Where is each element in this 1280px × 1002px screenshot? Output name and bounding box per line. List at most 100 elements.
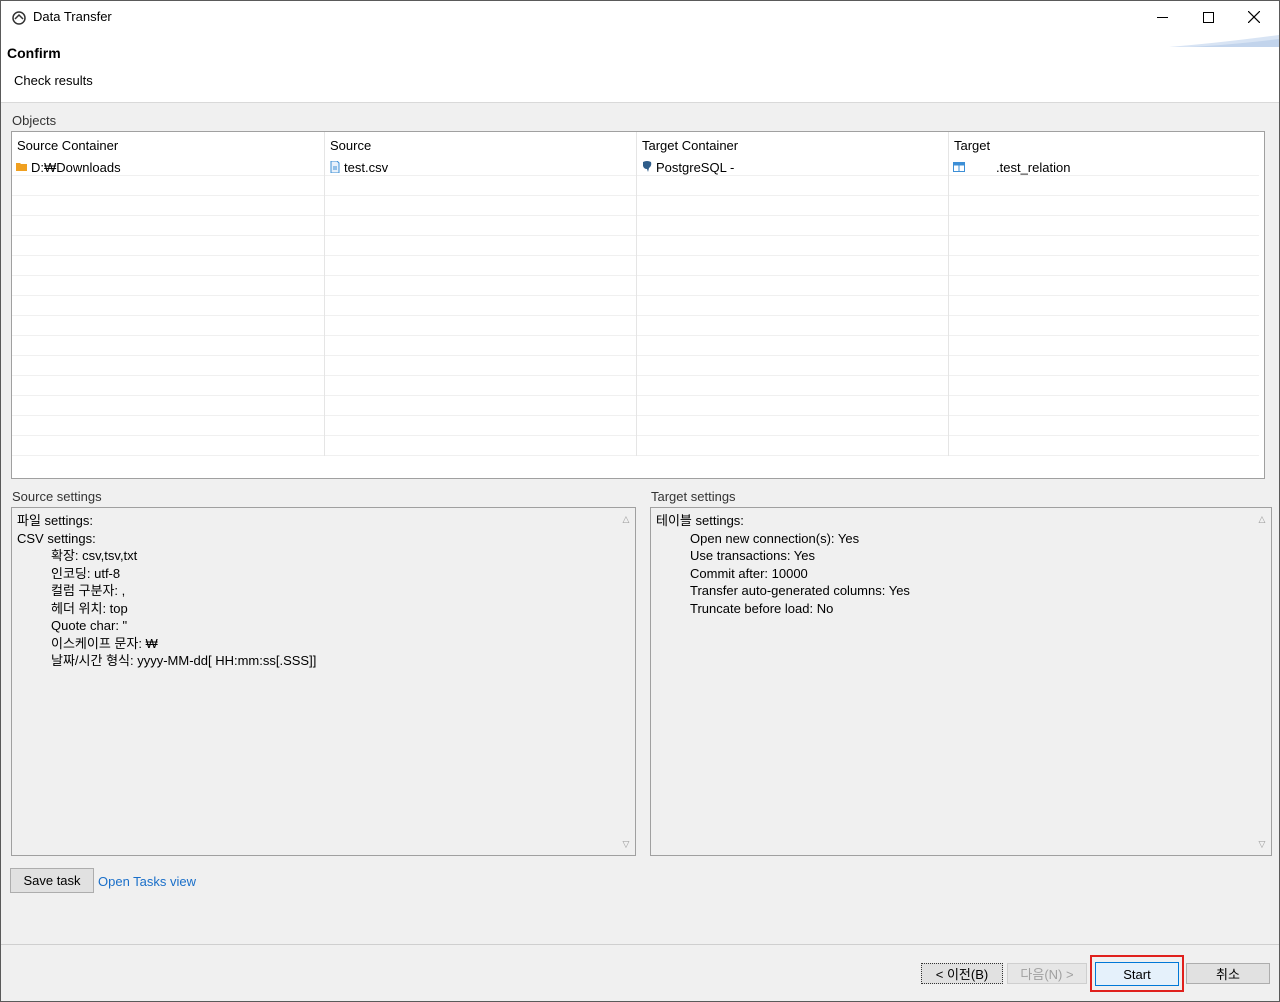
source-container-cell: D:₩Downloads <box>12 156 325 176</box>
empty-cell <box>949 356 1260 376</box>
window-title: Data Transfer <box>33 9 112 24</box>
empty-table-row <box>12 176 1260 196</box>
title-bar: Data Transfer <box>1 1 1279 33</box>
settings-line: 이스케이프 문자: ₩ <box>51 635 158 651</box>
settings-line: Commit after: 10000 <box>690 565 808 581</box>
empty-cell <box>12 176 325 196</box>
settings-line: CSV settings: <box>17 530 96 546</box>
empty-table-row <box>12 396 1260 416</box>
empty-cell <box>325 336 637 356</box>
empty-table-row <box>12 356 1260 376</box>
source-settings-box[interactable]: 파일 settings: CSV settings: 확장: csv,tsv,txt… <box>11 507 636 856</box>
table-row[interactable]: D:₩Downloads test.csv PostgreSQL - .test… <box>12 156 1260 176</box>
scroll-down-arrow-icon[interactable]: ▽ <box>621 839 631 849</box>
empty-table-row <box>12 236 1260 256</box>
empty-cell <box>637 356 949 376</box>
empty-table-row <box>12 296 1260 316</box>
scroll-up-arrow-icon[interactable]: △ <box>621 514 631 524</box>
empty-cell <box>12 416 325 436</box>
source-value: test.csv <box>344 159 389 175</box>
minimize-icon <box>1156 16 1168 18</box>
back-button[interactable]: < 이전(B) <box>921 963 1003 984</box>
table-icon <box>953 162 965 172</box>
objects-scrollbar[interactable] <box>1259 132 1264 478</box>
empty-table-row <box>12 256 1260 276</box>
target-cell: .test_relation <box>949 156 1260 176</box>
empty-cell <box>325 196 637 216</box>
column-header-source-container[interactable]: Source Container <box>12 132 325 156</box>
settings-line: 헤더 위치: top <box>51 600 128 616</box>
maximize-icon <box>1202 11 1214 23</box>
source-container-value: D:₩Downloads <box>31 159 121 175</box>
maximize-button[interactable] <box>1185 1 1231 33</box>
empty-cell <box>949 316 1260 336</box>
empty-cell <box>949 416 1260 436</box>
empty-cell <box>12 436 325 456</box>
target-value: .test_relation <box>996 159 1071 175</box>
empty-table-row <box>12 276 1260 296</box>
close-button[interactable] <box>1231 1 1277 33</box>
empty-cell <box>325 256 637 276</box>
cancel-button[interactable]: 취소 <box>1186 963 1270 984</box>
empty-cell <box>637 376 949 396</box>
empty-cell <box>12 396 325 416</box>
target-container-cell: PostgreSQL - <box>637 156 949 176</box>
scroll-up-arrow-icon[interactable]: △ <box>1257 514 1267 524</box>
settings-line: Transfer auto-generated columns: Yes <box>690 583 910 598</box>
wizard-header: Confirm Check results <box>1 33 1279 103</box>
empty-cell <box>949 276 1260 296</box>
open-tasks-view-link[interactable]: Open Tasks view <box>98 874 196 889</box>
empty-cell <box>637 316 949 336</box>
data-transfer-window: Data Transfer Confirm Check results Obje… <box>0 0 1280 1002</box>
dbeaver-app-icon <box>12 11 26 25</box>
next-button[interactable]: 다음(N) > <box>1007 963 1087 984</box>
empty-cell <box>949 176 1260 196</box>
empty-cell <box>325 176 637 196</box>
minimize-button[interactable] <box>1139 1 1185 33</box>
target-settings-box[interactable]: 테이블 settings: Open new connection(s): Yes… <box>650 507 1272 856</box>
empty-cell <box>637 396 949 416</box>
empty-cell <box>637 416 949 436</box>
save-task-button[interactable]: Save task <box>10 868 94 893</box>
page-title: Confirm <box>7 45 61 61</box>
postgresql-icon <box>643 161 652 172</box>
empty-table-row <box>12 316 1260 336</box>
empty-cell <box>12 336 325 356</box>
empty-cell <box>12 256 325 276</box>
settings-line: 파일 settings: <box>17 513 93 528</box>
empty-cell <box>12 236 325 256</box>
start-button-highlight <box>1090 955 1184 992</box>
scroll-down-arrow-icon[interactable]: ▽ <box>1257 839 1267 849</box>
empty-cell <box>325 216 637 236</box>
column-header-target[interactable]: Target <box>949 132 1260 156</box>
settings-line: 인코딩: utf-8 <box>51 565 121 581</box>
settings-line: 컬럼 구분자: , <box>51 583 126 598</box>
objects-table: Source Container Source Target Container… <box>11 131 1265 479</box>
target-settings-text: 테이블 settings: Open new connection(s): Yes… <box>656 512 910 617</box>
empty-cell <box>637 176 949 196</box>
empty-cell <box>325 396 637 416</box>
empty-cell <box>949 396 1260 416</box>
empty-cell <box>637 296 949 316</box>
empty-cell <box>637 196 949 216</box>
settings-line: 확장: csv,tsv,txt <box>51 548 138 563</box>
objects-table-header: Source Container Source Target Container… <box>12 132 1260 156</box>
folder-icon <box>16 163 27 171</box>
column-header-target-container[interactable]: Target Container <box>637 132 949 156</box>
empty-cell <box>949 196 1260 216</box>
empty-cell <box>12 216 325 236</box>
empty-cell <box>949 336 1260 356</box>
page-description: Check results <box>14 73 93 88</box>
empty-cell <box>12 296 325 316</box>
empty-cell <box>949 236 1260 256</box>
empty-cell <box>325 356 637 376</box>
settings-line: Use transactions: Yes <box>690 548 816 563</box>
empty-cell <box>949 296 1260 316</box>
column-header-source[interactable]: Source <box>325 132 637 156</box>
settings-line: Truncate before load: No <box>690 600 834 616</box>
empty-cell <box>325 416 637 436</box>
empty-cell <box>325 376 637 396</box>
csv-file-icon <box>330 161 340 173</box>
empty-cell <box>325 316 637 336</box>
settings-line: 테이블 settings: <box>656 513 744 528</box>
